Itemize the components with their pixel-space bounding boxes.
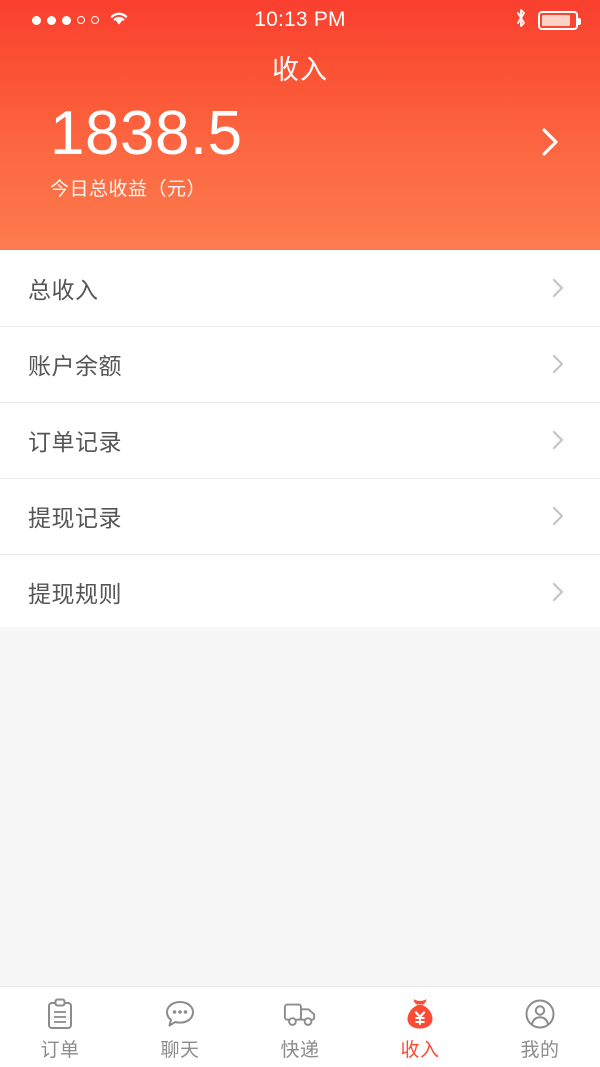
status-bar: 10:13 PM [0, 0, 600, 40]
tab-income[interactable]: 收入 [360, 987, 480, 1067]
bottom-tab-bar: 订单 聊天 快递 收入 我的 [0, 986, 600, 1067]
list-item-order-records[interactable]: 订单记录 [0, 402, 600, 478]
list-item-label: 提现规则 [28, 581, 122, 607]
chevron-right-icon [544, 274, 572, 302]
list-item-withdraw-rules[interactable]: 提现规则 [0, 554, 600, 630]
chevron-right-icon [544, 502, 572, 530]
list-item-label: 账户余额 [28, 353, 122, 379]
tab-label: 快递 [280, 1039, 320, 1061]
chat-bubble-icon [163, 997, 197, 1031]
tab-chat[interactable]: 聊天 [120, 987, 240, 1067]
app-screen: 10:13 PM 收入 1838.5 今日总收益（元） 总收入 账户余额 订单记… [0, 0, 600, 1067]
list-item-label: 总收入 [28, 277, 99, 303]
today-income-label: 今日总收益（元） [50, 179, 207, 200]
tab-label: 订单 [40, 1039, 80, 1061]
battery-icon [538, 10, 581, 30]
clipboard-icon [43, 997, 77, 1031]
today-income-block: 1838.5 今日总收益（元） [50, 100, 243, 201]
chevron-right-icon [544, 426, 572, 454]
tab-label: 聊天 [160, 1039, 200, 1061]
list-item-label: 提现记录 [28, 505, 122, 531]
status-bar-time: 10:13 PM [254, 8, 346, 31]
income-header: 10:13 PM 收入 1838.5 今日总收益（元） [0, 0, 600, 250]
income-detail-chevron-right-icon[interactable] [530, 122, 570, 162]
tab-label: 我的 [520, 1039, 560, 1061]
tab-profile[interactable]: 我的 [480, 987, 600, 1067]
status-bar-right [514, 0, 581, 40]
list-item-withdraw-records[interactable]: 提现记录 [0, 478, 600, 554]
person-circle-icon [523, 997, 557, 1031]
page-title: 收入 [272, 55, 328, 85]
money-bag-icon [403, 997, 437, 1031]
list-item-label: 订单记录 [28, 429, 122, 455]
income-menu-list: 总收入 账户余额 订单记录 提现记录 提现规则 [0, 250, 600, 630]
tab-delivery[interactable]: 快递 [240, 987, 360, 1067]
truck-icon [283, 997, 317, 1031]
chevron-right-icon [544, 350, 572, 378]
tab-label: 收入 [400, 1039, 440, 1061]
list-item-total-income[interactable]: 总收入 [0, 250, 600, 326]
today-income-amount: 1838.5 [50, 99, 243, 168]
bluetooth-icon [514, 7, 528, 34]
tab-orders[interactable]: 订单 [0, 987, 120, 1067]
empty-content-area [0, 627, 600, 987]
list-item-account-balance[interactable]: 账户余额 [0, 326, 600, 402]
chevron-right-icon [544, 578, 572, 606]
